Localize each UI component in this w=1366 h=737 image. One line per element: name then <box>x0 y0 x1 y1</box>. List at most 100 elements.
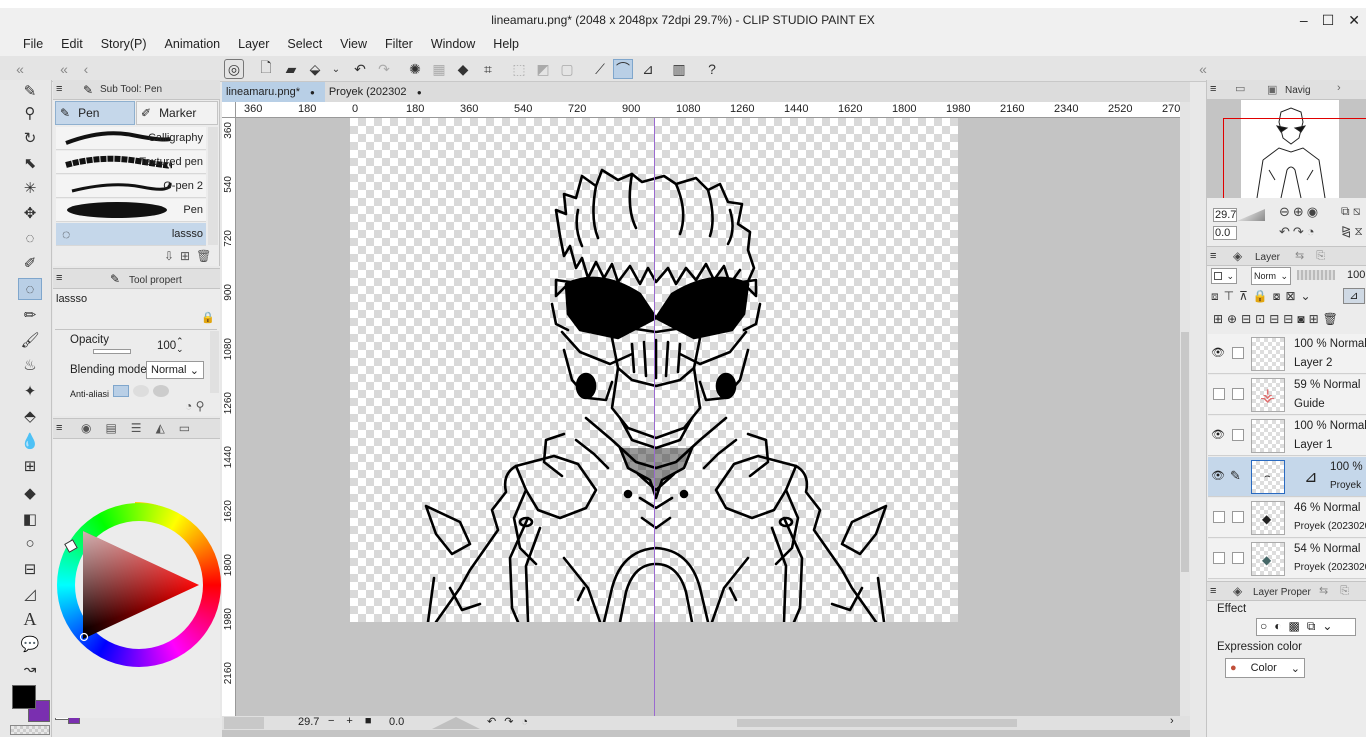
opacity-value[interactable]: 100 <box>157 340 176 352</box>
snap-special-ruler-icon[interactable]: ⌒ <box>613 59 633 79</box>
redo-icon[interactable]: ↷ <box>374 59 394 79</box>
rotate-controls[interactable]: ↶↷◔ <box>487 715 536 728</box>
visibility-checkbox[interactable] <box>1213 552 1225 564</box>
navigator-tab-icon[interactable]: ▭ <box>1235 82 1245 95</box>
eye-icon[interactable]: 👁 <box>1211 346 1225 360</box>
fit-icon[interactable]: ⧉ ⧅ <box>1341 204 1361 219</box>
fill-tool-icon[interactable]: ◆ <box>18 482 42 504</box>
brush-calligraphy[interactable]: Calligraphy <box>56 127 206 150</box>
menu-icon[interactable]: ≡ <box>56 272 62 284</box>
layer-row[interactable]: 👁 100 % Normal Layer 1 <box>1208 416 1366 456</box>
opacity-stepper[interactable]: ⌃ ⌄ <box>176 337 184 354</box>
operation-tool-icon[interactable]: ⬉ <box>18 152 42 174</box>
brush-pen[interactable]: Pen <box>56 199 206 222</box>
layer-property-extra-tabs[interactable]: ⇆⎘ <box>1319 584 1361 598</box>
effect-buttons[interactable]: ○◐▩⧉⌄ <box>1256 618 1356 636</box>
layer-lock-checkbox[interactable] <box>1232 511 1244 523</box>
ellipse-tool-icon[interactable]: ○ <box>18 532 42 554</box>
navigator-tab[interactable]: Navig <box>1285 85 1311 96</box>
layer-mask-toggle[interactable]: ⊿ <box>1343 288 1365 304</box>
pen-icon[interactable]: ✎ <box>1230 468 1241 484</box>
vertical-scroll-thumb[interactable] <box>1181 332 1189 572</box>
navigator-zoom[interactable]: 29.7 <box>1213 208 1237 222</box>
transparent-color-swatch[interactable] <box>10 725 50 735</box>
pen-tool-icon[interactable]: ✎ <box>18 80 42 102</box>
expression-color-select[interactable]: ● Color ⌄ <box>1225 658 1305 678</box>
menu-edit[interactable]: Edit <box>52 37 92 51</box>
brush-tool-icon[interactable]: 🖌 <box>18 329 42 351</box>
balloon-tool-icon[interactable]: 💬 <box>18 633 42 655</box>
brush-lassso[interactable]: ◌ lassso <box>56 223 206 246</box>
transform-icon[interactable]: ⌗ <box>478 59 498 79</box>
tab-proyek[interactable]: Proyek (20230208● <box>325 82 432 102</box>
layer-lock-checkbox[interactable] <box>1232 347 1244 359</box>
clear-outside-icon[interactable]: ▦ <box>429 59 449 79</box>
maximize-button[interactable]: ☐ <box>1322 12 1335 29</box>
layer-opacity-slider[interactable] <box>1297 270 1335 280</box>
layer-property-tab[interactable]: Layer Proper <box>1253 587 1311 598</box>
menu-icon[interactable]: ≡ <box>56 83 62 95</box>
menu-filter[interactable]: Filter <box>376 37 422 51</box>
tab-pen[interactable]: ✎ Pen <box>55 101 135 125</box>
menu-icon[interactable]: ≡ <box>1210 83 1216 95</box>
move-layer-icon[interactable]: ✥ <box>18 202 42 224</box>
layer-extra-tabs[interactable]: ⇆⎘ <box>1295 249 1337 263</box>
airbrush-tool-icon[interactable]: ♨ <box>18 354 42 376</box>
angle-value[interactable]: 0.0 <box>389 716 404 728</box>
brush-list-scrollbar[interactable] <box>208 127 218 245</box>
color-panel-tabs[interactable]: ◉▤☰◭▭ <box>81 421 204 435</box>
help-icon[interactable]: ? <box>702 59 722 79</box>
layer-opacity-value[interactable]: 100 <box>1347 269 1365 281</box>
tool-property-scrollbar[interactable] <box>210 331 219 393</box>
layer-lock-checkbox[interactable] <box>1232 429 1244 441</box>
brush-textured-pen[interactable]: Textured pen <box>56 151 206 174</box>
menu-icon[interactable]: ≡ <box>56 422 62 434</box>
visibility-checkbox[interactable] <box>1213 511 1225 523</box>
layer-blend-mode-select[interactable]: Norm ⌄ <box>1251 267 1291 285</box>
zoom-slider-track[interactable] <box>224 717 264 729</box>
collapse-left-icon[interactable]: « <box>10 59 30 79</box>
lasso-tool-icon[interactable]: ◌ <box>18 227 42 249</box>
tab-lineamaru[interactable]: lineamaru.png* ● <box>222 82 325 102</box>
lock-icon[interactable]: 🔒 <box>201 311 215 324</box>
menu-animation[interactable]: Animation <box>156 37 230 51</box>
rotate-tool-icon[interactable]: ↻ <box>18 127 42 149</box>
invert-selection-icon[interactable]: ◩ <box>533 59 553 79</box>
new-file-icon[interactable]: 🗋 <box>256 59 276 79</box>
navigator-rotate-controls[interactable]: ↶↷◔ <box>1279 224 1318 240</box>
opacity-slider[interactable] <box>93 349 131 354</box>
snap-grid-icon[interactable]: ⊿ <box>638 59 658 79</box>
navigator-preview[interactable] <box>1207 100 1366 199</box>
collapse-icon[interactable]: « <box>54 59 74 79</box>
decoration-tool-icon[interactable]: ✦ <box>18 380 42 402</box>
minimize-button[interactable]: – <box>1300 12 1308 28</box>
menu-story[interactable]: Story(P) <box>92 37 156 51</box>
zoom-controls[interactable]: −+■ <box>328 715 384 727</box>
zoom-value[interactable]: 29.7 <box>298 716 319 728</box>
menu-icon[interactable]: ≡ <box>1210 585 1216 597</box>
menu-icon[interactable]: ≡ <box>1210 250 1216 262</box>
anti-alias-options[interactable] <box>113 385 193 397</box>
fill-icon[interactable]: ◆ <box>453 59 473 79</box>
tab-marker[interactable]: ✐ Marker <box>136 101 218 125</box>
eyedropper-icon[interactable]: ✐ <box>18 252 42 274</box>
figure-tool-icon[interactable]: ⊞ <box>18 455 42 477</box>
navigator-zoom-controls[interactable]: ⊖⊕◉ <box>1279 204 1321 220</box>
brush-g-pen-2[interactable]: G-pen 2 <box>56 175 206 198</box>
close-dot-icon[interactable]: ● <box>310 88 315 97</box>
expand-icon[interactable]: « <box>1193 59 1213 79</box>
canvas-vertical-scrollbar[interactable] <box>1180 102 1190 718</box>
menu-select[interactable]: Select <box>278 37 331 51</box>
eye-icon[interactable]: 👁 <box>1211 428 1225 442</box>
gradient-tool-icon[interactable]: ◧ <box>18 508 42 530</box>
main-color-swatch[interactable] <box>12 685 36 709</box>
layer-tab[interactable]: Layer <box>1255 252 1280 263</box>
eraser-tool-icon[interactable]: ⬘ <box>18 405 42 427</box>
close-dot-icon[interactable]: ● <box>417 88 422 97</box>
menu-view[interactable]: View <box>331 37 376 51</box>
lasso-fill-tool-icon[interactable]: ◌ <box>18 278 42 300</box>
navigator-view-rect[interactable] <box>1223 118 1366 198</box>
angle-slider[interactable] <box>432 717 480 729</box>
menu-help[interactable]: Help <box>484 37 528 51</box>
clip-studio-icon[interactable]: ◎ <box>224 59 244 79</box>
